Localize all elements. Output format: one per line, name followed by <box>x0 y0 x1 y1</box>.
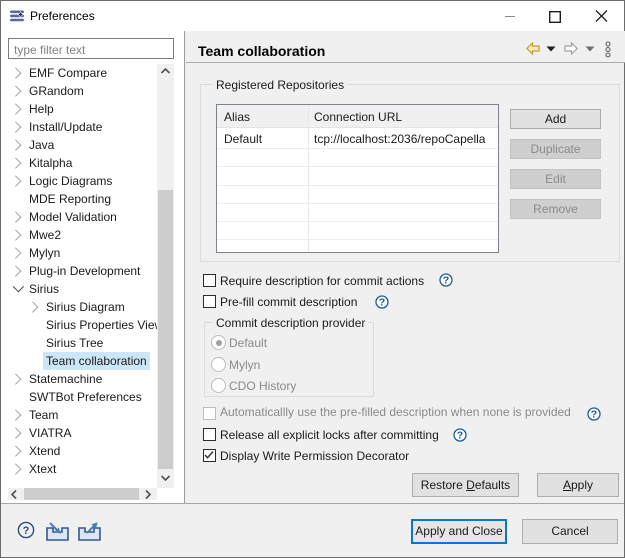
svg-text:?: ? <box>457 430 463 442</box>
svg-text:?: ? <box>23 525 30 537</box>
svg-text:?: ? <box>443 275 449 287</box>
svg-text:?: ? <box>591 409 597 421</box>
svg-text:?: ? <box>379 297 385 309</box>
